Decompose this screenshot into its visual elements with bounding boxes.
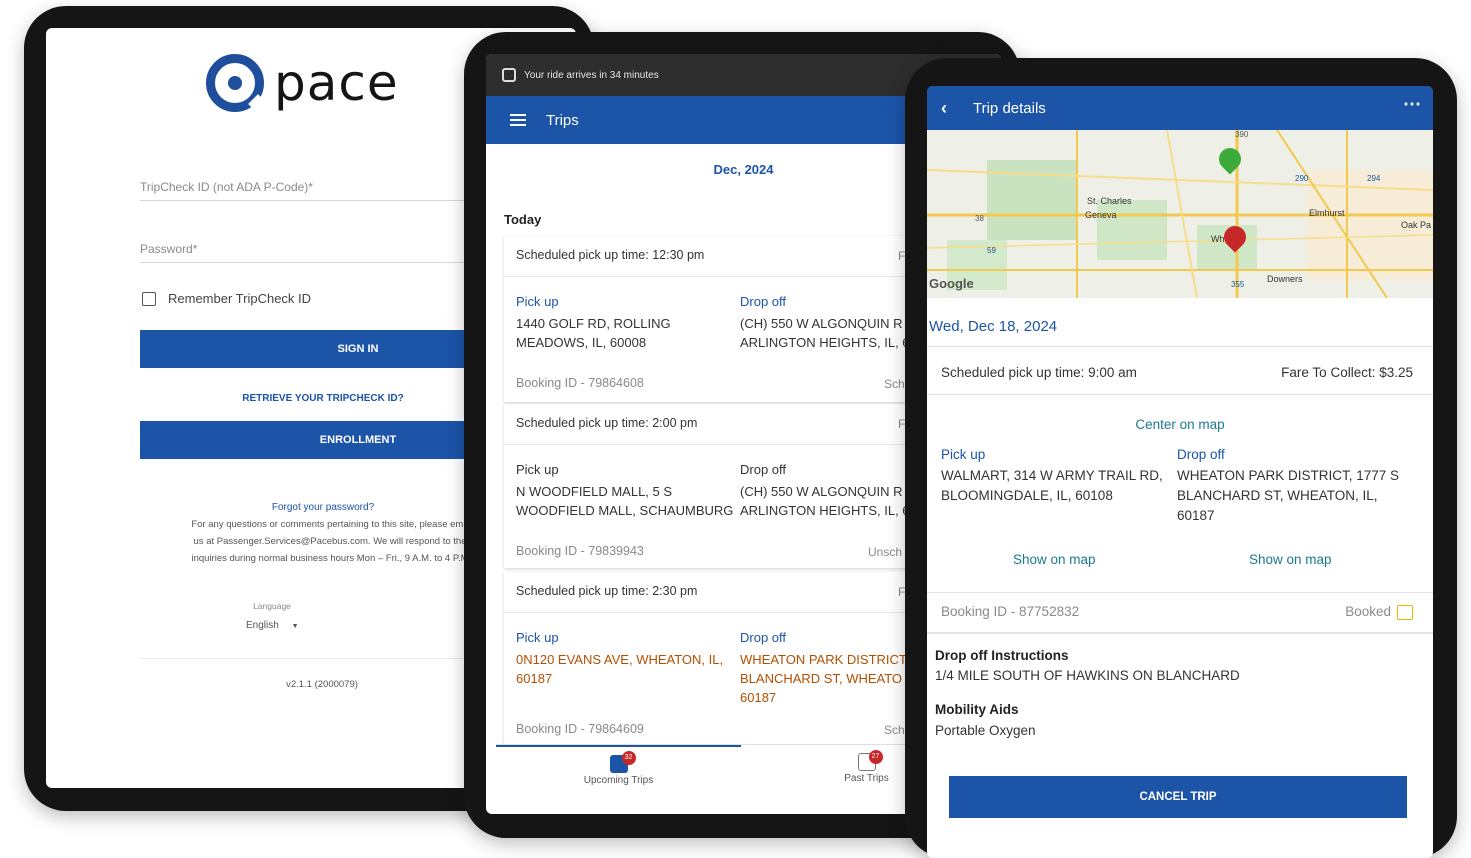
details-app-bar: ‹ Trip details ⋯ xyxy=(927,86,1433,130)
map-label-st-charles: St. Charles xyxy=(1087,196,1132,206)
trip-status: Unsch xyxy=(868,545,903,559)
route-shield-390: 390 xyxy=(1235,130,1249,139)
route-shield-290: 290 xyxy=(1295,174,1309,183)
scheduled-time: Scheduled pick up time: 2:30 pm xyxy=(516,584,698,598)
dropoff-instructions: 1/4 MILE SOUTH OF HAWKINS ON BLANCHARD xyxy=(935,668,1240,683)
page-title: Trip details xyxy=(973,99,1046,117)
past-badge: 27 xyxy=(868,750,883,764)
mobility-aids-label: Mobility Aids xyxy=(935,702,1019,717)
pickup-label: Pick up xyxy=(516,462,559,477)
language-label: Language xyxy=(253,601,291,611)
scheduled-time: Scheduled pick up time: 9:00 am xyxy=(941,365,1137,380)
dropoff-address: WHEATON PARK DISTRICT, 1777 S BLANCHARD … xyxy=(1177,468,1400,523)
past-trips-icon: 27 xyxy=(857,750,883,771)
trip-status: Sch xyxy=(884,377,905,391)
past-trips-label: Past Trips xyxy=(844,773,889,784)
divider xyxy=(140,658,506,659)
dropoff-label: Drop off xyxy=(740,630,787,645)
trip-status: Sch xyxy=(884,723,905,737)
pickup-address: N WOODFIELD MALL, 5 S WOODFIELD MALL, SC… xyxy=(516,484,734,518)
dropdown-arrow-icon: ▼ xyxy=(291,623,299,630)
booking-id: Booking ID - 79839943 xyxy=(516,544,644,558)
map-label-wh: Wh xyxy=(1211,234,1225,244)
password-label: Password* xyxy=(140,242,198,256)
pace-logo-icon xyxy=(206,54,264,112)
cancel-trip-button[interactable]: CANCEL TRIP xyxy=(949,776,1407,818)
pickup-label: Pick up xyxy=(516,294,559,309)
calendar-icon xyxy=(1397,605,1413,620)
menu-icon[interactable] xyxy=(510,114,526,126)
booking-id: Booking ID - 79864609 xyxy=(516,722,644,736)
fare-to-collect: Fare To Collect: $3.25 xyxy=(1281,365,1413,380)
details-screen: ‹ Trip details ⋯ St. Charles Geneva Elmh… xyxy=(927,86,1433,858)
more-icon[interactable]: ⋯ xyxy=(1403,94,1421,115)
trip-map[interactable]: St. Charles Geneva Elmhurst Oak Pa Downe… xyxy=(927,130,1433,298)
ride-status-text: Your ride arrives in 34 minutes xyxy=(524,69,659,81)
booking-id: Booking ID - 87752832 xyxy=(941,604,1080,619)
map-label-geneva: Geneva xyxy=(1085,210,1117,220)
booking-id: Booking ID - 79864608 xyxy=(516,376,644,390)
page-title: Trips xyxy=(546,111,579,129)
tripcheck-id-label: TripCheck ID (not ADA P-Code)* xyxy=(140,180,313,194)
divider xyxy=(927,394,1433,395)
pickup-address: 1440 GOLF RD, ROLLING MEADOWS, IL, 60008 xyxy=(516,316,671,350)
pace-logo: pace xyxy=(206,54,399,112)
pickup-address: 0N120 EVANS AVE, WHEATON, IL, 60187 xyxy=(516,652,724,686)
center-on-map-link[interactable]: Center on map xyxy=(927,417,1433,432)
language-value: English xyxy=(246,620,279,631)
dropoff-label: Drop off xyxy=(1177,447,1225,462)
language-select[interactable]: English ▼ xyxy=(246,620,299,631)
divider xyxy=(927,592,1433,593)
scheduled-time: Scheduled pick up time: 12:30 pm xyxy=(516,248,705,262)
route-shield-59: 59 xyxy=(987,246,996,255)
remember-checkbox[interactable] xyxy=(142,292,156,306)
route-shield-38: 38 xyxy=(975,214,984,223)
map-label-downers: Downers xyxy=(1267,274,1303,284)
map-canvas xyxy=(927,130,1433,298)
bus-icon xyxy=(502,68,516,82)
pickup-address: WALMART, 314 W ARMY TRAIL RD, BLOOMINGDA… xyxy=(941,468,1163,503)
mobility-aids: Portable Oxygen xyxy=(935,723,1036,738)
back-icon[interactable]: ‹ xyxy=(941,98,947,119)
remember-label: Remember TripCheck ID xyxy=(168,291,312,306)
version-label: v2.1.1 (2000079) xyxy=(286,679,358,690)
upcoming-trips-icon: 32 xyxy=(609,751,636,773)
dropoff-instructions-label: Drop off Instructions xyxy=(935,648,1069,663)
pickup-label: Pick up xyxy=(941,447,986,462)
retrieve-tripcheck-link[interactable]: RETRIEVE YOUR TRIPCHECK ID? xyxy=(140,393,506,404)
divider xyxy=(927,346,1433,347)
today-section-label: Today xyxy=(504,212,542,227)
scheduled-time: Scheduled pick up time: 2:00 pm xyxy=(516,416,698,430)
dropoff-show-on-map-link[interactable]: Show on map xyxy=(1249,552,1332,567)
route-shield-294: 294 xyxy=(1367,174,1381,183)
dropoff-label: Drop off xyxy=(740,462,787,477)
pickup-label: Pick up xyxy=(516,630,559,645)
trip-date: Wed, Dec 18, 2024 xyxy=(929,318,1058,335)
upcoming-trips-label: Upcoming Trips xyxy=(583,775,654,786)
map-label-elmhurst: Elmhurst xyxy=(1309,208,1345,218)
trip-status: Booked xyxy=(1345,604,1391,619)
upcoming-badge: 32 xyxy=(621,751,636,765)
divider xyxy=(927,632,1433,634)
brand-name: pace xyxy=(274,54,399,112)
forgot-password-link[interactable]: Forgot your password? xyxy=(140,502,506,513)
tab-upcoming-trips[interactable]: 32 Upcoming Trips xyxy=(496,745,741,793)
google-logo: Google xyxy=(929,276,974,291)
details-tablet: ‹ Trip details ⋯ St. Charles Geneva Elmh… xyxy=(905,58,1457,858)
map-label-oak-park: Oak Pa xyxy=(1401,220,1432,230)
pickup-show-on-map-link[interactable]: Show on map xyxy=(1013,552,1096,567)
route-shield-355: 355 xyxy=(1231,280,1245,289)
dropoff-label: Drop off xyxy=(740,294,787,309)
